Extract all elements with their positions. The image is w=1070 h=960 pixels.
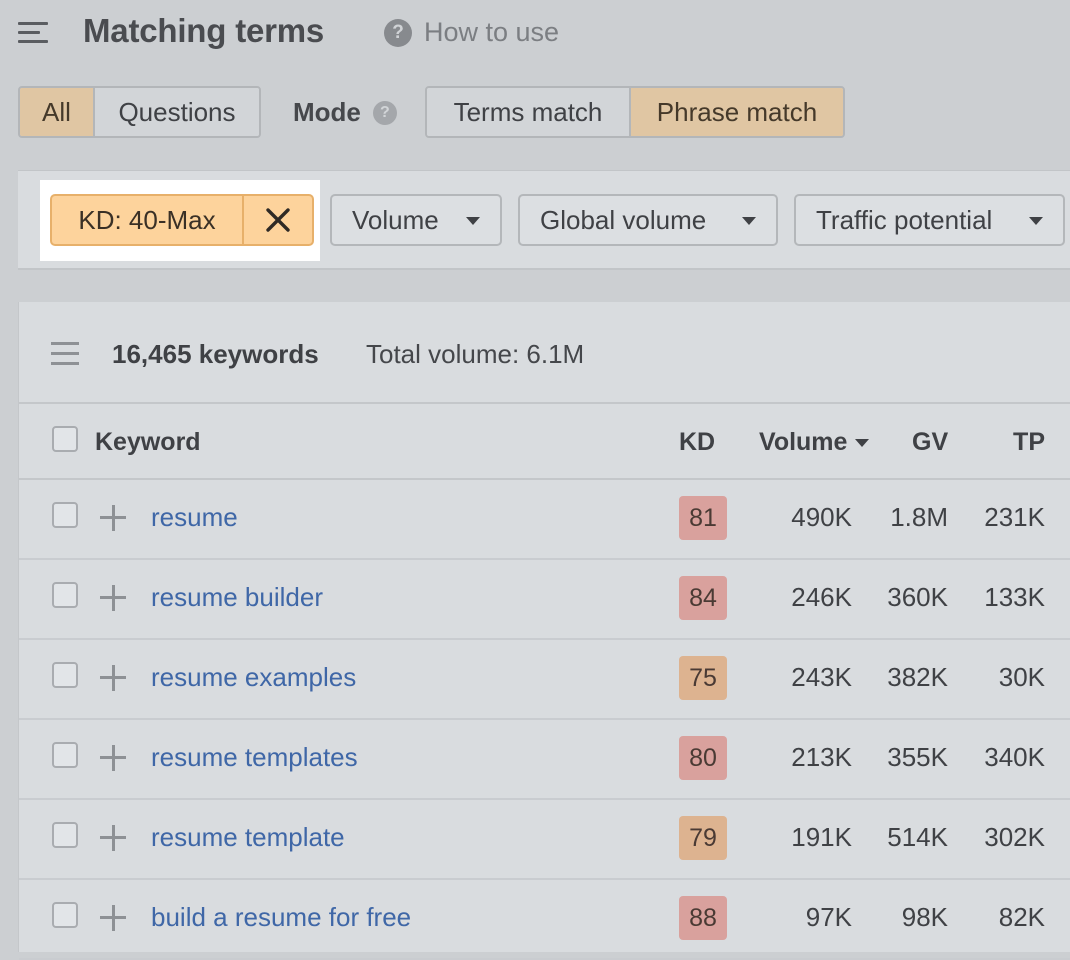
mode-toggle: Terms match Phrase match <box>425 86 845 138</box>
table-row: resume builder 84 246K 360K 133K <box>19 560 1070 640</box>
volume-filter-label: Volume <box>352 205 439 236</box>
keyword-link[interactable]: resume examples <box>151 662 356 693</box>
table-header: Keyword KD Volume GV TP <box>19 404 1070 480</box>
top-bar: Matching terms ? How to use <box>0 0 1070 70</box>
column-header-gv[interactable]: GV <box>912 428 948 457</box>
close-icon[interactable] <box>244 207 312 233</box>
traffic-potential-value: 133K <box>984 582 1045 613</box>
keyword-count: 16,465 keywords <box>112 339 319 370</box>
global-volume-value: 514K <box>887 822 948 853</box>
global-volume-filter-label: Global volume <box>540 205 706 236</box>
plus-icon[interactable] <box>100 745 126 771</box>
traffic-potential-value: 340K <box>984 742 1045 773</box>
traffic-potential-value: 302K <box>984 822 1045 853</box>
volume-value: 213K <box>791 742 852 773</box>
terms-match-button[interactable]: Terms match <box>427 88 629 136</box>
row-checkbox[interactable] <box>52 502 78 528</box>
how-to-use-link[interactable]: ? How to use <box>384 17 559 48</box>
row-checkbox[interactable] <box>52 902 78 928</box>
question-mark-icon[interactable]: ? <box>373 101 397 125</box>
traffic-potential-value: 30K <box>999 662 1045 693</box>
kd-filter-chip: KD: 40-Max <box>50 194 314 246</box>
global-volume-value: 382K <box>887 662 948 693</box>
plus-icon[interactable] <box>100 505 126 531</box>
global-volume-value: 98K <box>902 902 948 933</box>
traffic-potential-value: 82K <box>999 902 1045 933</box>
kd-badge: 88 <box>679 896 727 940</box>
results-summary: 16,465 keywords Total volume: 6.1M <box>19 302 1070 404</box>
keyword-link[interactable]: build a resume for free <box>151 902 411 933</box>
plus-icon[interactable] <box>100 665 126 691</box>
row-checkbox[interactable] <box>52 662 78 688</box>
row-checkbox[interactable] <box>52 822 78 848</box>
kd-badge: 84 <box>679 576 727 620</box>
kd-filter-label[interactable]: KD: 40-Max <box>52 196 244 244</box>
keyword-link[interactable]: resume templates <box>151 742 358 773</box>
table-row: resume 81 490K 1.8M 231K <box>19 480 1070 560</box>
chevron-down-icon <box>466 217 480 225</box>
mode-label: Mode ? <box>293 97 397 128</box>
volume-filter-dropdown[interactable]: Volume <box>330 194 502 246</box>
traffic-potential-value: 231K <box>984 502 1045 533</box>
how-to-use-label: How to use <box>424 17 559 48</box>
column-header-keyword[interactable]: Keyword <box>95 428 201 457</box>
keyword-link[interactable]: resume <box>151 502 238 533</box>
volume-value: 490K <box>791 502 852 533</box>
volume-value: 246K <box>791 582 852 613</box>
kd-badge: 81 <box>679 496 727 540</box>
keyword-link[interactable]: resume template <box>151 822 345 853</box>
volume-value: 97K <box>806 902 852 933</box>
mode-label-text: Mode <box>293 97 361 128</box>
table-row: resume examples 75 243K 382K 30K <box>19 640 1070 720</box>
column-header-volume-label: Volume <box>759 428 847 456</box>
table-row: build a resume for free 88 97K 98K 82K <box>19 880 1070 960</box>
select-all-checkbox[interactable] <box>52 426 78 452</box>
phrase-match-button[interactable]: Phrase match <box>629 88 843 136</box>
kd-badge: 80 <box>679 736 727 780</box>
traffic-potential-filter-dropdown[interactable]: Traffic potential <box>794 194 1065 246</box>
list-icon[interactable] <box>51 342 79 364</box>
page-title: Matching terms <box>83 12 324 50</box>
global-volume-value: 355K <box>887 742 948 773</box>
column-header-volume[interactable]: Volume <box>759 428 869 457</box>
column-header-kd[interactable]: KD <box>679 428 715 457</box>
keyword-type-toggle: All Questions <box>18 86 261 138</box>
kd-badge: 75 <box>679 656 727 700</box>
table-row: resume templates 80 213K 355K 340K <box>19 720 1070 800</box>
global-volume-value: 360K <box>887 582 948 613</box>
volume-value: 191K <box>791 822 852 853</box>
chevron-down-icon <box>742 217 756 225</box>
chevron-down-icon <box>1029 217 1043 225</box>
tab-questions[interactable]: Questions <box>93 88 259 136</box>
hamburger-icon[interactable] <box>18 20 48 44</box>
total-volume: Total volume: 6.1M <box>366 339 584 370</box>
question-mark-icon: ? <box>384 19 412 47</box>
global-volume-filter-dropdown[interactable]: Global volume <box>518 194 778 246</box>
plus-icon[interactable] <box>100 825 126 851</box>
kd-badge: 79 <box>679 816 727 860</box>
row-checkbox[interactable] <box>52 742 78 768</box>
traffic-potential-filter-label: Traffic potential <box>816 205 992 236</box>
plus-icon[interactable] <box>100 905 126 931</box>
volume-value: 243K <box>791 662 852 693</box>
keyword-link[interactable]: resume builder <box>151 582 323 613</box>
column-header-tp[interactable]: TP <box>1013 428 1045 457</box>
plus-icon[interactable] <box>100 585 126 611</box>
results-panel: 16,465 keywords Total volume: 6.1M Keywo… <box>18 302 1070 952</box>
tab-all[interactable]: All <box>20 88 93 136</box>
sort-desc-icon[interactable] <box>855 439 869 447</box>
global-volume-value: 1.8M <box>890 502 948 533</box>
table-row: resume template 79 191K 514K 302K <box>19 800 1070 880</box>
row-checkbox[interactable] <box>52 582 78 608</box>
